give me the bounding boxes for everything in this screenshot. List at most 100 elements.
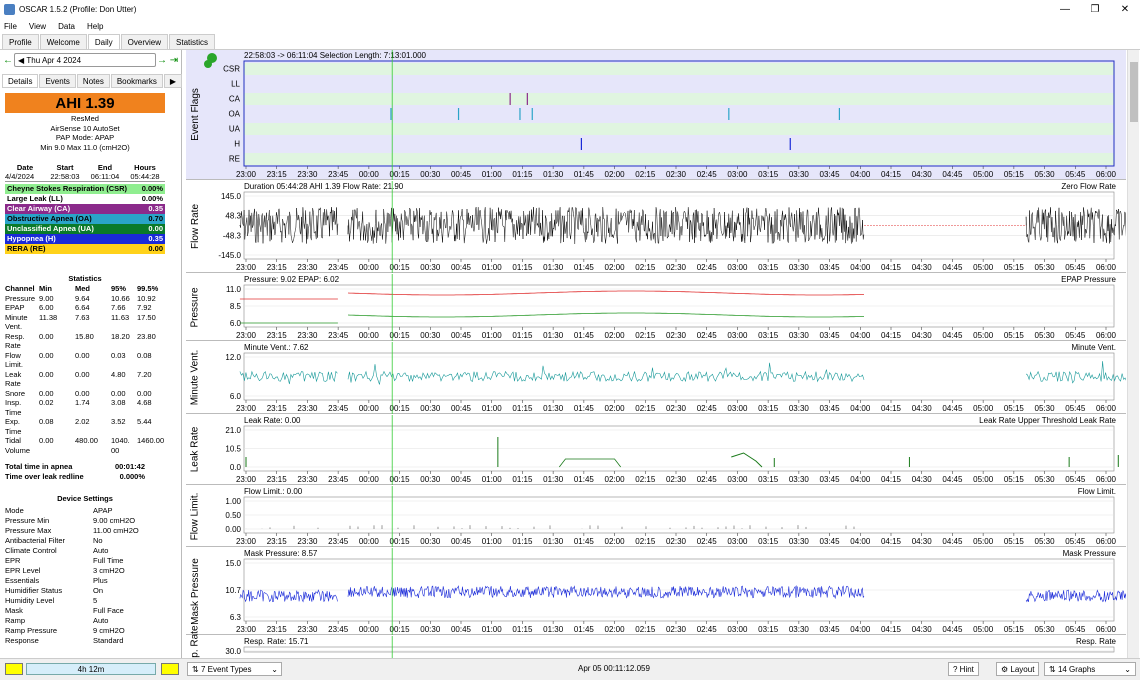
time-tick-label: 05:15 xyxy=(1004,331,1025,340)
left-panel: ← ◀ Thu Apr 4 2024 → ⇥ Details Events No… xyxy=(0,50,182,658)
session-time-bar[interactable]: 4h 12m xyxy=(26,663,156,675)
time-tick-label: 01:30 xyxy=(543,404,564,413)
time-tick-label: 04:00 xyxy=(850,170,871,179)
date-picker[interactable]: ◀ Thu Apr 4 2024 xyxy=(14,53,156,67)
last-day-icon[interactable]: ⇥ xyxy=(168,55,180,66)
chart-pressure[interactable]: Pressure Pressure: 9.02 EPAP: 6.02 EPAP Pr… xyxy=(186,274,1126,341)
next-day-icon[interactable]: → xyxy=(156,55,168,66)
chart-plot[interactable]: 23:00 23:15 23:30 23:45 00:00 00:15 00:30 00:45… xyxy=(186,486,1126,547)
chart-minvent[interactable]: Minute Vent. Minute Vent.: 7.62 Minute Ven… xyxy=(186,342,1126,414)
time-tick-label: 02:00 xyxy=(605,404,626,413)
ahi-banner: AHI 1.39 xyxy=(5,93,165,113)
time-tick-label: 23:30 xyxy=(297,537,318,546)
time-tick-label: 05:15 xyxy=(1004,625,1025,634)
app-icon xyxy=(4,4,15,15)
chart-flowlim[interactable]: Flow Limit. Flow Limit.: 0.00 Flow Limit. 2… xyxy=(186,486,1126,547)
stat-cell xyxy=(137,341,165,351)
stat-cell: Time xyxy=(5,426,22,436)
menu-view[interactable]: View xyxy=(29,22,46,31)
window-title: OSCAR 1.5.2 (Profile: Don Utter) xyxy=(19,5,137,14)
tab-welcome[interactable]: Welcome xyxy=(39,34,87,49)
time-tick-label: 23:15 xyxy=(267,475,288,484)
event-index-row[interactable]: Unclassified Apnea (UA) 0.00 xyxy=(5,224,165,234)
time-tick-label: 23:30 xyxy=(297,625,318,634)
time-tick-label: 23:45 xyxy=(328,170,349,179)
session-time-label: 4h 12m xyxy=(77,664,105,674)
chart-plot[interactable]: 30.0 xyxy=(186,636,1126,658)
stat-cell xyxy=(137,427,165,437)
time-tick-label: 01:00 xyxy=(482,625,503,634)
stat-cell xyxy=(137,322,165,332)
chart-leak[interactable]: Leak Rate Leak Rate: 0.00 Leak Rate Upper … xyxy=(186,415,1126,485)
setting-row: Antibacterial Filter No xyxy=(5,536,165,546)
close-icon[interactable]: ✕ xyxy=(1110,0,1140,19)
setting-value: Auto xyxy=(93,546,109,555)
chart-plot[interactable]: 23:00 23:15 23:30 23:45 00:00 00:15 00:30 00:45… xyxy=(186,181,1126,273)
menu-help[interactable]: Help xyxy=(87,22,103,31)
tab-daily[interactable]: Daily xyxy=(87,34,120,49)
charts-area[interactable]: Event Flags 22:58:03 -> 06:11:04 Selectio… xyxy=(186,50,1126,658)
chart-flags[interactable]: Event Flags 22:58:03 -> 06:11:04 Selectio… xyxy=(186,50,1126,180)
setting-key: Antibacterial Filter xyxy=(5,536,66,545)
event-index-value: 0.35 xyxy=(148,204,163,213)
graphs-dropdown[interactable]: ⇅ 14 Graphs ⌄ xyxy=(1044,662,1136,676)
chart-resp[interactable]: Resp. Rate Resp. Rate: 15.71 Resp. Rate 30.… xyxy=(186,625,1126,658)
chart-mask[interactable]: Mask Pressure Mask Pressure: 8.57 Mask Pre… xyxy=(186,548,1126,635)
charts-scrollbar[interactable] xyxy=(1127,50,1139,658)
stat-cell xyxy=(137,446,165,456)
tab-notes[interactable]: Notes xyxy=(76,74,110,88)
stat-cell: 0.08 xyxy=(39,417,54,426)
time-tick-label: 23:45 xyxy=(328,263,349,272)
time-tick-label: 02:15 xyxy=(635,263,656,272)
tab-statistics[interactable]: Statistics xyxy=(169,34,216,49)
event-index-row[interactable]: RERA (RE) 0.00 xyxy=(5,244,165,254)
tab-bookmarks[interactable]: Bookmarks xyxy=(110,74,163,88)
event-index-row[interactable]: Large Leak (LL) 0.00% xyxy=(5,194,165,204)
time-tick-label: 04:45 xyxy=(942,625,963,634)
stat-cell: 0.03 xyxy=(111,350,126,360)
time-tick-label: 00:30 xyxy=(420,625,441,634)
menu-data[interactable]: Data xyxy=(58,22,75,31)
tab-profile[interactable]: Profile xyxy=(2,34,39,49)
time-tick-label: 23:30 xyxy=(297,170,318,179)
restore-icon[interactable]: ❐ xyxy=(1080,0,1110,19)
minimize-icon[interactable]: — xyxy=(1050,0,1080,19)
chart-plot[interactable]: 23:00 23:15 23:30 23:45 00:00 00:15 00:30 00:45… xyxy=(186,274,1126,341)
stat-row: Snore 0.00 0.00 0.00 0.00 xyxy=(5,389,165,399)
tab-scroll-right-icon[interactable]: ▶ xyxy=(163,74,182,88)
event-index-row[interactable]: Cheyne Stokes Respiration (CSR) 0.00% xyxy=(5,184,165,194)
time-tick-label: 03:30 xyxy=(789,170,810,179)
scrollbar-thumb[interactable] xyxy=(1130,62,1138,122)
hint-button[interactable]: ? Hint xyxy=(948,662,979,676)
tab-events[interactable]: Events xyxy=(39,74,76,88)
time-tick-label: 03:00 xyxy=(727,170,748,179)
event-index-row[interactable]: Hypopnea (H) 0.35 xyxy=(5,234,165,244)
stat-row: Resp. 0.00 15.80 18.20 23.80 xyxy=(5,332,165,342)
chart-flow[interactable]: Flow Rate Duration 05:44:28 AHI 1.39 Flow… xyxy=(186,181,1126,273)
event-index-row[interactable]: Obstructive Apnea (OA) 0.70 xyxy=(5,214,165,224)
tab-details[interactable]: Details xyxy=(2,74,39,88)
chart-plot[interactable]: 23:00 23:15 23:30 23:45 00:00 00:15 00:30 00:45… xyxy=(186,342,1126,414)
apnea-time-label: Total time in apnea xyxy=(5,462,73,471)
event-index-value: 0.70 xyxy=(148,214,163,223)
event-index-row[interactable]: Clear Airway (CA) 0.35 xyxy=(5,204,165,214)
tab-overview[interactable]: Overview xyxy=(120,34,169,49)
menu-file[interactable]: File xyxy=(4,22,17,31)
time-tick-label: 03:30 xyxy=(789,331,810,340)
event-types-dropdown[interactable]: ⇅ 7 Event Types ⌄ xyxy=(187,662,282,676)
time-tick-label: 04:15 xyxy=(881,625,902,634)
chart-plot[interactable]: 23:00 23:15 23:30 23:45 00:00 00:15 00:30 00:45… xyxy=(186,415,1126,485)
timeline-start-marker[interactable] xyxy=(5,663,23,675)
time-tick-label: 23:15 xyxy=(267,170,288,179)
stat-cell: 1460.00 xyxy=(137,436,165,445)
chart-plot[interactable]: 23:00 23:15 23:30 23:45 00:00 00:15 00:30 00:45… xyxy=(186,548,1126,635)
time-tick-label: 00:00 xyxy=(359,404,380,413)
chart-plot[interactable]: 23:00 23:15 23:30 23:45 00:00 00:15 00:30 00:45… xyxy=(186,50,1126,180)
timeline-end-marker[interactable] xyxy=(161,663,179,675)
stat-cell xyxy=(111,341,137,351)
layout-button[interactable]: ⚙ Layout xyxy=(996,662,1040,676)
prev-day-icon[interactable]: ← xyxy=(2,55,14,66)
event-index-value: 0.35 xyxy=(148,234,163,243)
y-tick-label: 1.00 xyxy=(225,497,241,506)
stat-cell: Snore xyxy=(5,388,26,398)
